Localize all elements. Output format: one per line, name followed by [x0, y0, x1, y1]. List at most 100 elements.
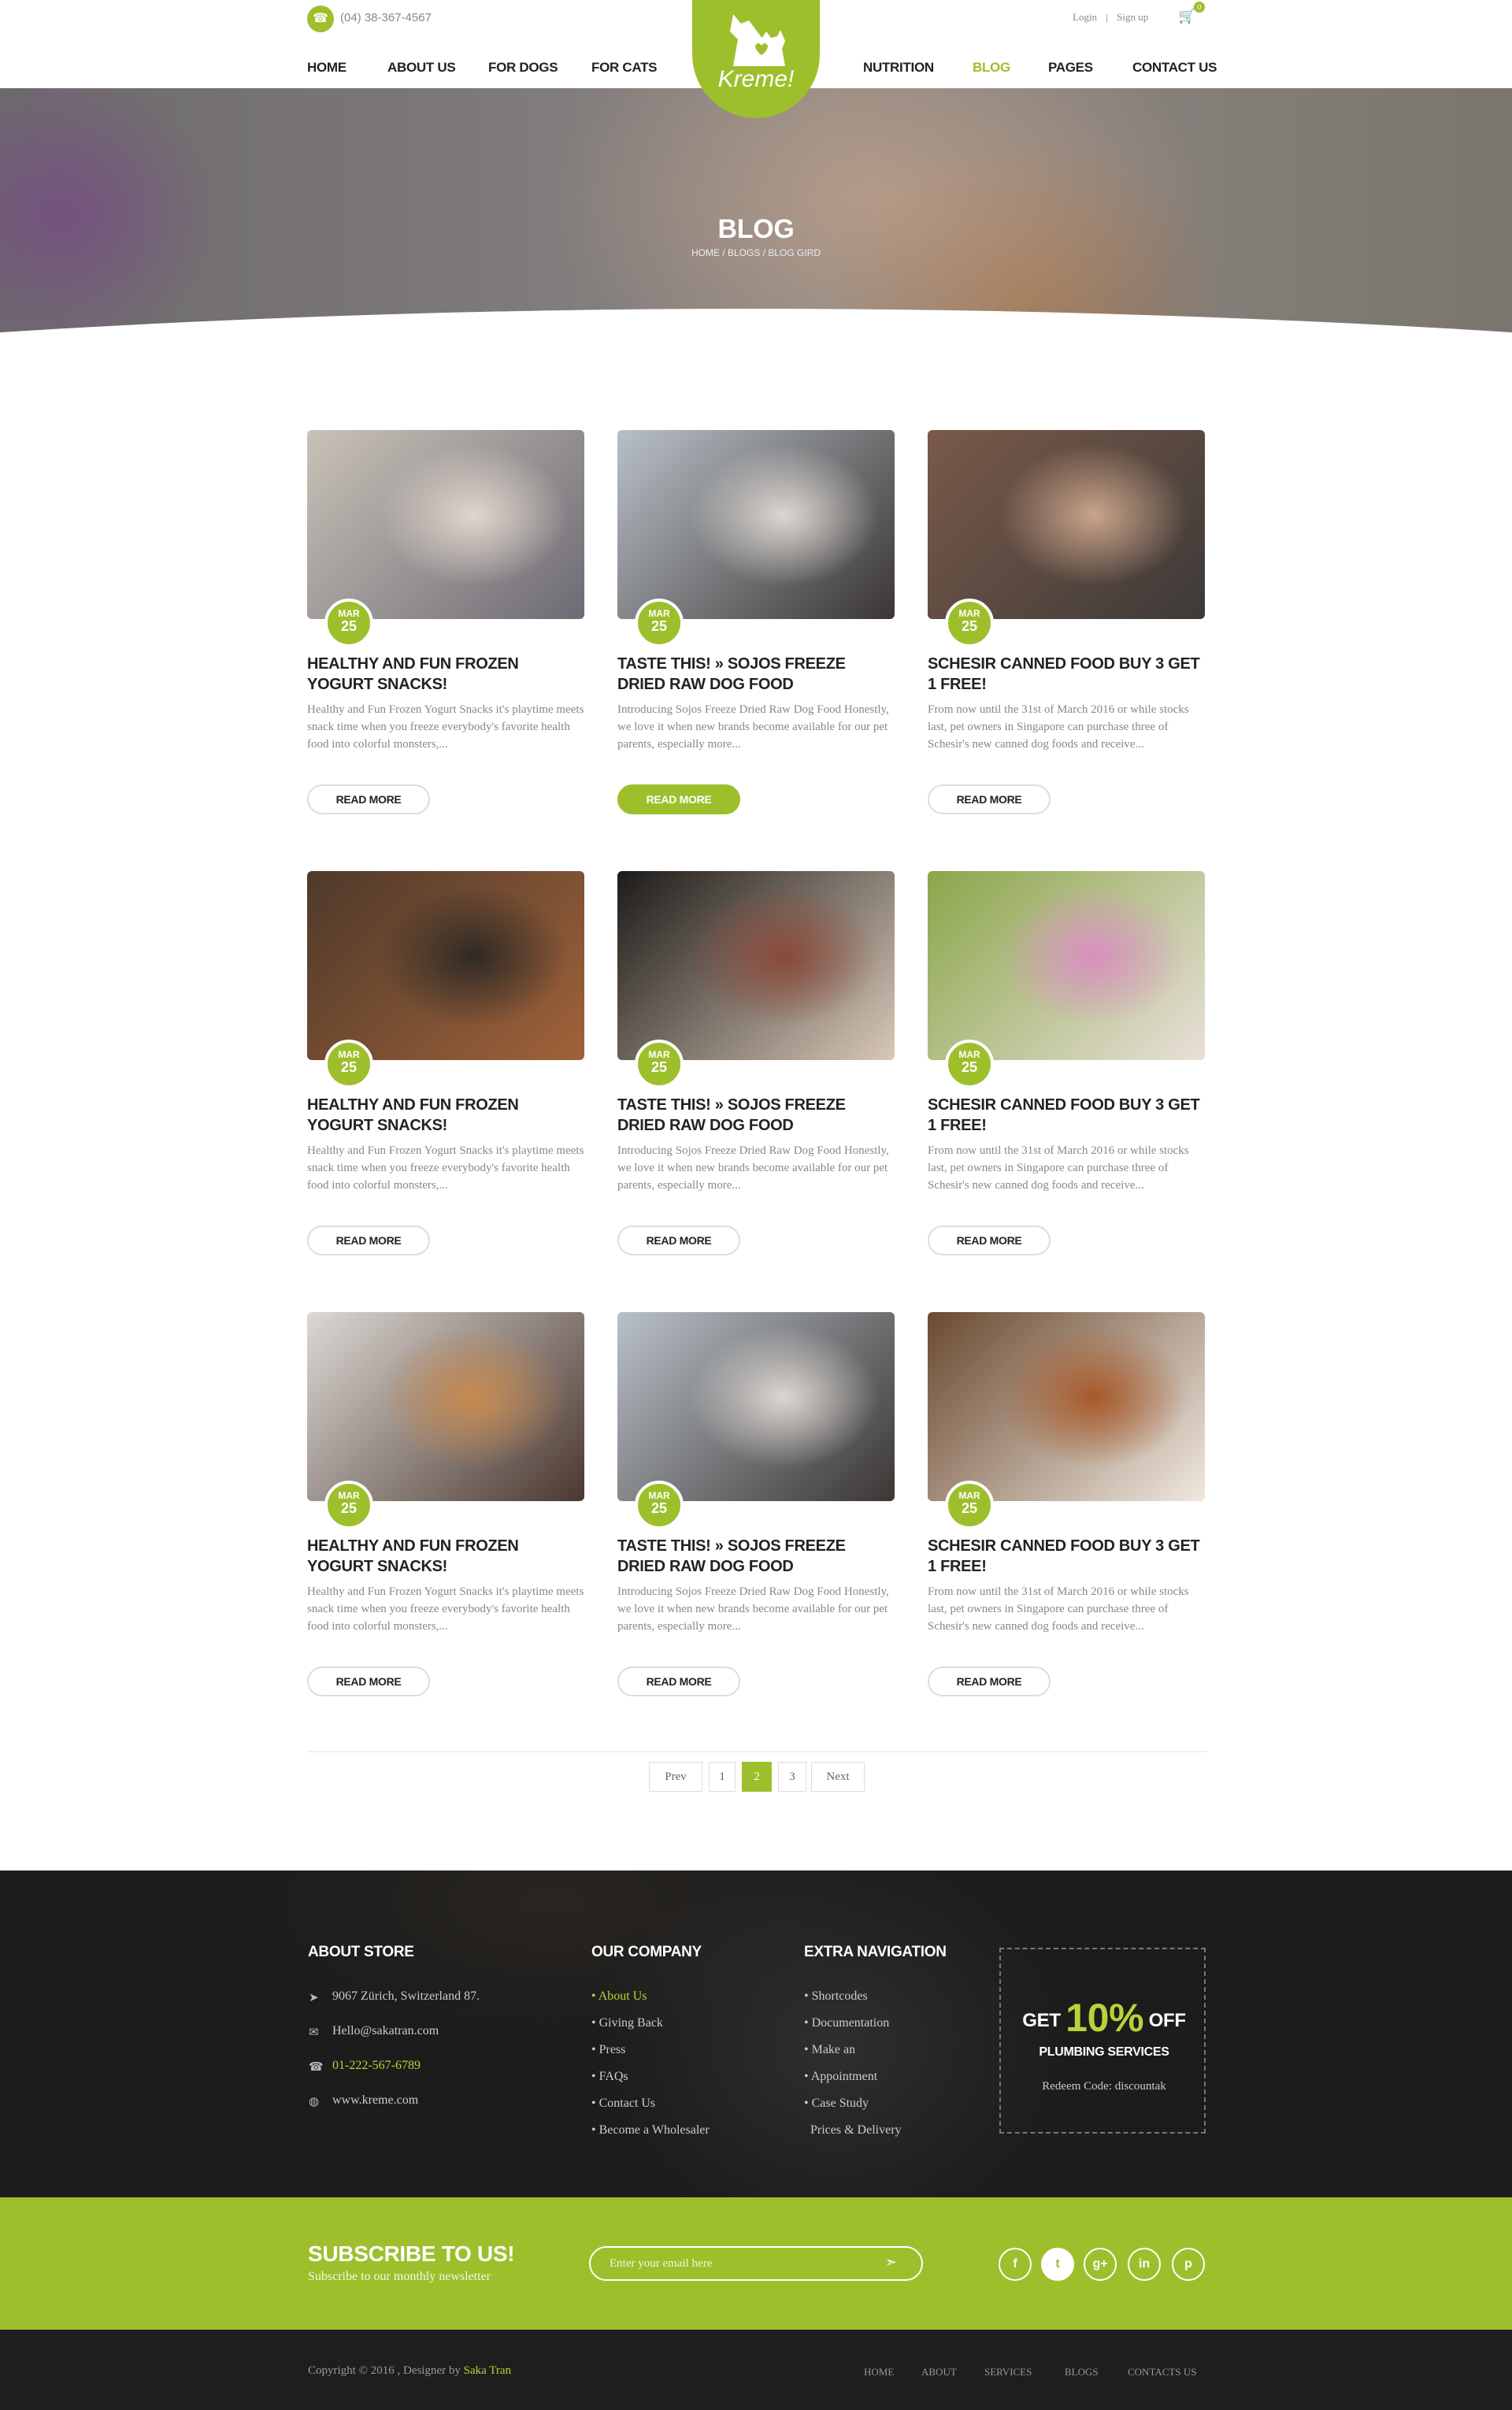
read-more-button[interactable]: READ MORE: [617, 1225, 740, 1255]
footer-company-link[interactable]: • FAQs: [591, 2070, 628, 2084]
read-more-button[interactable]: READ MORE: [307, 1667, 430, 1696]
footer-company-link[interactable]: • Giving Back: [591, 2016, 663, 2030]
nav-for-cats[interactable]: FOR CATS: [591, 60, 658, 76]
breadcrumb-home[interactable]: HOME: [691, 247, 720, 258]
footer-extra-title: EXTRA NAVIGATION: [804, 1944, 947, 1960]
promo-coupon[interactable]: GET 10% OFF PLUMBING SERVICES Redeem Cod…: [999, 1948, 1206, 2134]
nav-about-us[interactable]: ABOUT US: [387, 60, 456, 76]
footer-address: 9067 Zürich, Switzerland 87.: [332, 1989, 480, 2003]
post-excerpt: Healthy and Fun Frozen Yogurt Snacks it'…: [307, 1144, 584, 1192]
read-more-button[interactable]: READ MORE: [307, 784, 430, 814]
pagination-page-1[interactable]: 1: [709, 1762, 736, 1792]
footer-extra-link[interactable]: • Shortcodes: [804, 1989, 868, 2004]
footer-company-link[interactable]: • Press: [591, 2043, 625, 2057]
breadcrumb-blogs[interactable]: BLOGS: [728, 247, 760, 258]
pagination-page-3[interactable]: 3: [778, 1762, 806, 1792]
bottom-link-about[interactable]: ABOUT: [921, 2366, 957, 2378]
read-more-button[interactable]: READ MORE: [617, 784, 740, 814]
footer-extra-link[interactable]: • Documentation: [804, 2016, 889, 2030]
footer-extra-link[interactable]: • Case Study: [804, 2097, 869, 2111]
nav-for-dogs[interactable]: FOR DOGS: [488, 60, 558, 76]
footer-company-title: OUR COMPANY: [591, 1944, 702, 1960]
footer-website[interactable]: www.kreme.com: [332, 2093, 418, 2108]
post-title[interactable]: TASTE THIS! » SOJOS FREEZE DRIED RAW DOG…: [617, 1095, 895, 1136]
post-date-day: 25: [650, 1500, 668, 1516]
bottom-link-contacts[interactable]: CONTACTS US: [1128, 2366, 1196, 2378]
signup-link[interactable]: Sign up: [1117, 11, 1148, 23]
promo-headline: GET 10% OFF: [1001, 1995, 1207, 2041]
nav-home[interactable]: HOME: [307, 60, 346, 76]
twitter-icon[interactable]: t: [1041, 2248, 1074, 2281]
google-plus-icon[interactable]: g+: [1084, 2248, 1117, 2281]
post-title[interactable]: TASTE THIS! » SOJOS FREEZE DRIED RAW DOG…: [617, 1536, 895, 1577]
post-image[interactable]: [617, 430, 895, 619]
read-more-button[interactable]: READ MORE: [617, 1667, 740, 1696]
post-date-badge: MAR 25: [945, 1481, 994, 1529]
post-title[interactable]: HEALTHY AND FUN FROZEN YOGURT SNACKS!: [307, 654, 584, 695]
send-icon[interactable]: ➣: [885, 2254, 906, 2275]
cart-icon[interactable]: 🛒: [1178, 8, 1195, 24]
post-date-badge: MAR 25: [945, 1040, 994, 1088]
post-date-badge: MAR 25: [635, 1481, 684, 1529]
pinterest-icon[interactable]: p: [1172, 2248, 1205, 2281]
subscribe-title: SUBSCRIBE TO US!: [308, 2241, 515, 2266]
location-icon: ➤: [309, 1990, 319, 2004]
link-divider: |: [1106, 11, 1108, 23]
post-image[interactable]: [307, 430, 584, 619]
post-title[interactable]: HEALTHY AND FUN FROZEN YOGURT SNACKS!: [307, 1095, 584, 1136]
designer-link[interactable]: Saka Tran: [464, 2364, 511, 2377]
post-excerpt: From now until the 31st of March 2016 or…: [928, 1144, 1189, 1192]
read-more-button[interactable]: READ MORE: [928, 1667, 1051, 1696]
hero-curve-divider: [0, 309, 1512, 380]
facebook-icon[interactable]: f: [999, 2248, 1032, 2281]
post-image[interactable]: [928, 1312, 1205, 1501]
post-date-day: 25: [961, 618, 978, 634]
post-date-badge: MAR 25: [945, 599, 994, 647]
promo-code: Redeem Code: discountak: [1042, 2080, 1166, 2093]
post-image[interactable]: [307, 1312, 584, 1501]
read-more-button[interactable]: READ MORE: [928, 784, 1051, 814]
pagination-next[interactable]: Next: [811, 1762, 865, 1792]
footer-company-link[interactable]: • Contact Us: [591, 2097, 655, 2111]
pagination-prev[interactable]: Prev: [649, 1762, 702, 1792]
post-image[interactable]: [307, 871, 584, 1060]
read-more-button[interactable]: READ MORE: [307, 1225, 430, 1255]
post-title[interactable]: HEALTHY AND FUN FROZEN YOGURT SNACKS!: [307, 1536, 584, 1577]
footer-company-link[interactable]: • Become a Wholesaler: [591, 2123, 710, 2137]
nav-pages[interactable]: PAGES: [1048, 60, 1093, 76]
footer-email[interactable]: Hello@sakatran.com: [332, 2024, 439, 2038]
footer-phone[interactable]: 01-222-567-6789: [332, 2059, 421, 2073]
post-date-day: 25: [961, 1059, 978, 1075]
footer-extra-link[interactable]: • Appointment: [804, 2070, 877, 2084]
post-image[interactable]: [617, 871, 895, 1060]
post-image[interactable]: [617, 1312, 895, 1501]
post-title[interactable]: SCHESIR CANNED FOOD BUY 3 GET 1 FREE!: [928, 1536, 1205, 1577]
post-image[interactable]: [928, 871, 1205, 1060]
nav-contact-us[interactable]: CONTACT US: [1132, 60, 1217, 76]
post-date-month: MAR: [338, 1049, 360, 1060]
post-date-month: MAR: [648, 1049, 670, 1060]
mail-icon: ✉: [309, 2025, 319, 2039]
breadcrumb: HOME / BLOGS / BLOG GIRD: [691, 247, 821, 258]
read-more-button[interactable]: READ MORE: [928, 1225, 1051, 1255]
linkedin-icon[interactable]: in: [1128, 2248, 1161, 2281]
post-title[interactable]: TASTE THIS! » SOJOS FREEZE DRIED RAW DOG…: [617, 654, 895, 695]
pagination-page-2[interactable]: 2: [742, 1762, 772, 1792]
bottom-link-services[interactable]: SERVICES: [984, 2366, 1032, 2378]
post-title[interactable]: SCHESIR CANNED FOOD BUY 3 GET 1 FREE!: [928, 654, 1205, 695]
bottom-link-blogs[interactable]: BLOGS: [1065, 2366, 1099, 2378]
nav-blog[interactable]: BLOG: [973, 60, 1010, 76]
breadcrumb-current: BLOG GIRD: [768, 247, 821, 258]
post-title[interactable]: SCHESIR CANNED FOOD BUY 3 GET 1 FREE!: [928, 1095, 1205, 1136]
post-date-month: MAR: [338, 608, 360, 619]
post-image[interactable]: [928, 430, 1205, 619]
login-link[interactable]: Login: [1073, 11, 1097, 23]
footer-extra-link[interactable]: Prices & Delivery: [804, 2123, 902, 2137]
footer-extra-link[interactable]: • Make an: [804, 2043, 855, 2057]
nav-nutrition[interactable]: NUTRITION: [863, 60, 934, 76]
footer-company-link[interactable]: • About Us: [591, 1989, 647, 2004]
subscribe-email-input[interactable]: [589, 2246, 923, 2281]
bottom-link-home[interactable]: HOME: [864, 2366, 894, 2378]
post-date-day: 25: [650, 1059, 668, 1075]
post-excerpt: Introducing Sojos Freeze Dried Raw Dog F…: [617, 1144, 889, 1192]
